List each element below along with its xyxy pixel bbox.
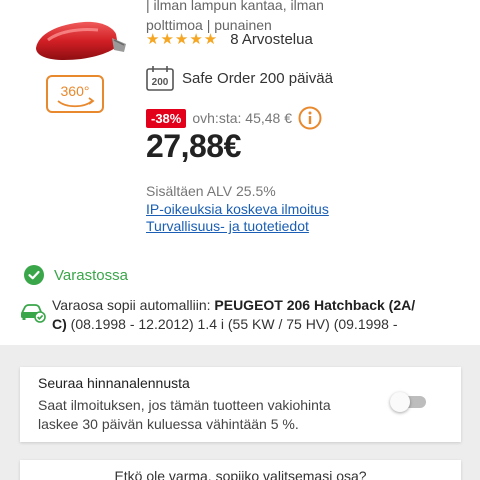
price-alert-toggle[interactable] [390,392,428,412]
review-count[interactable]: 8 Arvostelua [230,31,313,48]
fit-check-card[interactable]: Etkö ole varma, sopiiko valitsemasi osa? [20,460,461,480]
current-price: 27,88€ [146,128,241,164]
price-alert-card: Seuraa hinnanalennusta Saat ilmoituksen,… [20,367,461,442]
subtitle-line-1: | ilman lampun kantaa, ilman [146,0,324,13]
price-discount-row: -38% ovh:sta: 45,48 € [146,106,322,130]
svg-text:360°: 360° [61,83,90,99]
ip-rights-link[interactable]: IP-oikeuksia koskeva ilmoitus [146,201,329,217]
safety-info-link[interactable]: Turvallisuus- ja tuotetiedot [146,218,309,234]
check-circle-icon [24,265,44,285]
compat-line2-rest: (08.1998 - 12.2012) 1.4 i (55 KW / 75 HV… [66,316,398,332]
fit-check-text: Etkö ole varma, sopiiko valitsemasi osa? [114,468,367,480]
stock-status: Varastossa [24,265,128,285]
vat-text: Sisältäen ALV 25.5% [146,183,276,199]
stock-text: Varastossa [54,266,128,284]
price-alert-description: Saat ilmoituksen, jos tämän tuotteen vak… [38,397,331,432]
safe-order-row: 200 Safe Order 200 päivää [146,65,333,91]
product-image[interactable] [28,10,132,70]
car-check-icon [21,304,46,323]
price-alert-title: Seuraa hinnanalennusta [38,375,190,391]
calendar-icon: 200 [146,66,174,91]
svg-text:200: 200 [152,77,169,88]
toggle-knob [390,392,410,412]
safe-order-text: Safe Order 200 päivää [182,69,333,87]
view-360-button[interactable]: 360° [46,75,104,113]
compat-line2-bold: C) [52,316,67,332]
product-info-section: 360° | ilman lampun kantaa, ilman poltti… [0,0,480,345]
compat-prefix: Varaosa sopii automalliin: [52,297,215,313]
rating-row[interactable]: ★★★★★ 8 Arvostelua [146,30,313,49]
info-icon[interactable] [298,106,322,130]
compat-model: PEUGEOT 206 Hatchback (2A/ [214,297,416,313]
compatibility-text: Varaosa sopii automalliin: PEUGEOT 206 H… [52,296,452,334]
star-rating-icon: ★★★★★ [146,31,219,48]
original-price: ovh:sta: 45,48 € [192,110,292,126]
discount-badge: -38% [146,108,187,128]
